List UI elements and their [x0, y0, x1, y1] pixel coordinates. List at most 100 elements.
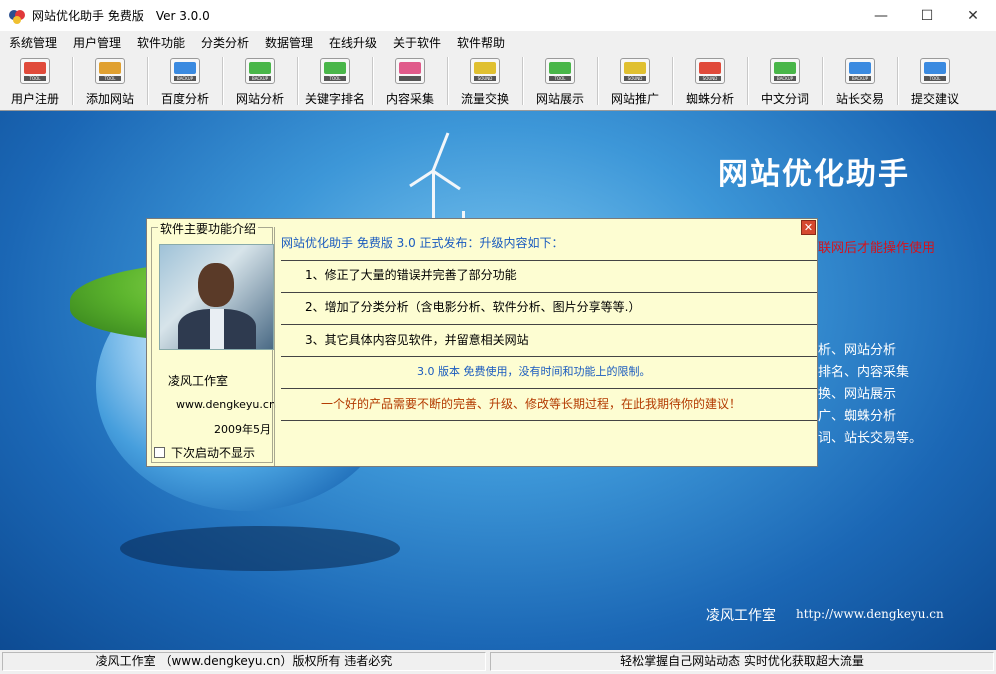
- toolbar-button-label: 蜘蛛分析: [685, 92, 734, 106]
- intro-dialog: 软件主要功能介绍 凌风工作室 www.dengkeyu.cn 2009年5月 下…: [146, 218, 818, 467]
- toolbar-button[interactable]: SOUND 网站推广: [600, 53, 670, 109]
- toolbar-separator: [522, 57, 524, 105]
- toolbar-button[interactable]: TOOL 关键字排名: [300, 53, 370, 109]
- toolbar-separator: [72, 57, 74, 105]
- toolbar-button-label: 添加网站: [85, 92, 134, 106]
- app-logo-icon: [9, 10, 25, 24]
- toolbar-separator: [447, 57, 449, 105]
- dialog-close-button[interactable]: ✕: [801, 220, 816, 235]
- feature-line: 析、网站分析: [818, 343, 897, 358]
- menu-online-update[interactable]: 在线升级: [329, 34, 377, 51]
- music-icon: SOUND: [695, 58, 725, 84]
- divider: [281, 260, 817, 261]
- intro-group: 软件主要功能介绍 凌风工作室 www.dengkeyu.cn 2009年5月: [151, 220, 276, 463]
- feature-line: 广、蜘蛛分析: [818, 409, 897, 424]
- status-slogan: 轻松掌握自己网站动态 实时优化获取超大流量: [490, 652, 994, 671]
- intro-group-title: 软件主要功能介绍: [158, 220, 259, 237]
- toolbar-button[interactable]: BACKUP 百度分析: [150, 53, 220, 109]
- studio-name: 凌风工作室: [168, 374, 229, 388]
- maximize-button[interactable]: ☐: [904, 0, 950, 31]
- toolbar-button-label: 内容采集: [385, 92, 434, 106]
- menu-bar: 系统管理 用户管理 软件功能 分类分析 数据管理 在线升级 关于软件 软件帮助: [0, 31, 996, 53]
- release-title: 网站优化助手 免费版 3.0 正式发布：升级内容如下：: [281, 236, 564, 250]
- toolbar-button[interactable]: 内容采集: [375, 53, 445, 109]
- status-bar: 凌风工作室 （www.dengkeyu.cn）版权所有 违者必究 轻松掌握自己网…: [0, 650, 996, 674]
- dont-show-label[interactable]: 下次启动不显示: [171, 444, 255, 461]
- menu-help[interactable]: 软件帮助: [457, 34, 505, 51]
- toolbar-button[interactable]: TOOL 提交建议: [900, 53, 970, 109]
- toolbar-button-label: 关键字排名: [304, 92, 365, 106]
- toolbar-button-label: 流量交换: [460, 92, 509, 106]
- release-notes: 网站优化助手 免费版 3.0 正式发布：升级内容如下： 1、修正了大量的错误并完…: [274, 227, 818, 466]
- tool-icon: TOOL: [320, 58, 350, 84]
- toolbar-button[interactable]: TOOL 网站展示: [525, 53, 595, 109]
- divider: [281, 420, 817, 421]
- toolbar-button[interactable]: SOUND 蜘蛛分析: [675, 53, 745, 109]
- title-bar: 网站优化助手 免费版 Ver 3.0.0 — ☐ ✕: [0, 0, 996, 31]
- globe-shadow: [120, 526, 400, 571]
- toolbar-button-label: 用户注册: [10, 92, 59, 106]
- backup-icon: BACKUP: [845, 58, 875, 84]
- sound-icon: SOUND: [620, 58, 650, 84]
- divider: [281, 292, 817, 293]
- menu-user[interactable]: 用户管理: [73, 34, 121, 51]
- toolbar: TOOL 用户注册 TOOL 添加网站 BACKUP 百度分析 BACKUP 网站分析 TOOL…: [0, 53, 996, 111]
- toolbar-separator: [222, 57, 224, 105]
- divider: [281, 324, 817, 325]
- gift-icon: [395, 58, 425, 84]
- divider: [281, 388, 817, 389]
- toolbar-separator: [747, 57, 749, 105]
- toolbar-button[interactable]: BACKUP 站长交易: [825, 53, 895, 109]
- toolbar-button[interactable]: BACKUP 网站分析: [225, 53, 295, 109]
- turbine-blades-icon: [409, 132, 461, 191]
- release-item: 2、增加了分类分析（含电影分析、软件分析、图片分享等等.）: [305, 300, 641, 314]
- toolbar-button[interactable]: SOUND 流量交换: [450, 53, 520, 109]
- backup-icon: BACKUP: [245, 58, 275, 84]
- author-photo: [159, 244, 274, 350]
- toolbar-button-label: 站长交易: [835, 92, 884, 106]
- toolbar-button-label: 中文分词: [760, 92, 809, 106]
- suggestion-text: 一个好的产品需要不断的完善、升级、修改等长期过程，在此我期待你的建议！: [321, 397, 742, 411]
- toolbar-separator: [597, 57, 599, 105]
- menu-category-analysis[interactable]: 分类分析: [201, 34, 249, 51]
- feature-line: 排名、内容采集: [818, 365, 910, 380]
- feature-line: 换、网站展示: [818, 387, 897, 402]
- banner-url: http://www.dengkeyu.cn: [796, 607, 944, 621]
- login-required-note: 联网后才能操作使用: [818, 241, 936, 256]
- toolbar-separator: [822, 57, 824, 105]
- tool-icon: TOOL: [95, 58, 125, 84]
- toolbar-button-label: 网站分析: [235, 92, 284, 106]
- studio-date: 2009年5月: [214, 423, 271, 436]
- feature-line: 词、站长交易等。: [818, 431, 923, 446]
- banner-studio-name: 凌风工作室: [706, 608, 776, 624]
- toolbar-separator: [372, 57, 374, 105]
- divider: [281, 356, 817, 357]
- status-copyright: 凌风工作室 （www.dengkeyu.cn）版权所有 违者必究: [2, 652, 486, 671]
- dont-show-checkbox[interactable]: [154, 447, 165, 458]
- backup-icon: BACKUP: [770, 58, 800, 84]
- tool-icon: TOOL: [920, 58, 950, 84]
- toolbar-button[interactable]: BACKUP 中文分词: [750, 53, 820, 109]
- menu-features[interactable]: 软件功能: [137, 34, 185, 51]
- free-usage-note: 3.0 版本 免费使用，没有时间和功能上的限制。: [417, 365, 651, 378]
- sound-icon: SOUND: [470, 58, 500, 84]
- toolbar-button-label: 网站推广: [610, 92, 659, 106]
- menu-data[interactable]: 数据管理: [265, 34, 313, 51]
- toolbar-button[interactable]: TOOL 用户注册: [0, 53, 70, 109]
- minimize-button[interactable]: —: [858, 0, 904, 31]
- menu-system[interactable]: 系统管理: [9, 34, 57, 51]
- toolbar-separator: [897, 57, 899, 105]
- menu-about[interactable]: 关于软件: [393, 34, 441, 51]
- toolbar-button[interactable]: TOOL 添加网站: [75, 53, 145, 109]
- release-item: 1、修正了大量的错误并完善了部分功能: [305, 268, 517, 282]
- brand-title: 网站优化助手: [718, 157, 910, 192]
- window-title: 网站优化助手 免费版 Ver 3.0.0: [32, 9, 210, 23]
- backup-icon: BACKUP: [170, 58, 200, 84]
- tool-icon: TOOL: [545, 58, 575, 84]
- toolbar-separator: [147, 57, 149, 105]
- tool-icon: TOOL: [20, 58, 50, 84]
- toolbar-separator: [672, 57, 674, 105]
- close-window-button[interactable]: ✕: [950, 0, 996, 31]
- studio-url: www.dengkeyu.cn: [176, 398, 276, 411]
- toolbar-button-label: 提交建议: [910, 92, 959, 106]
